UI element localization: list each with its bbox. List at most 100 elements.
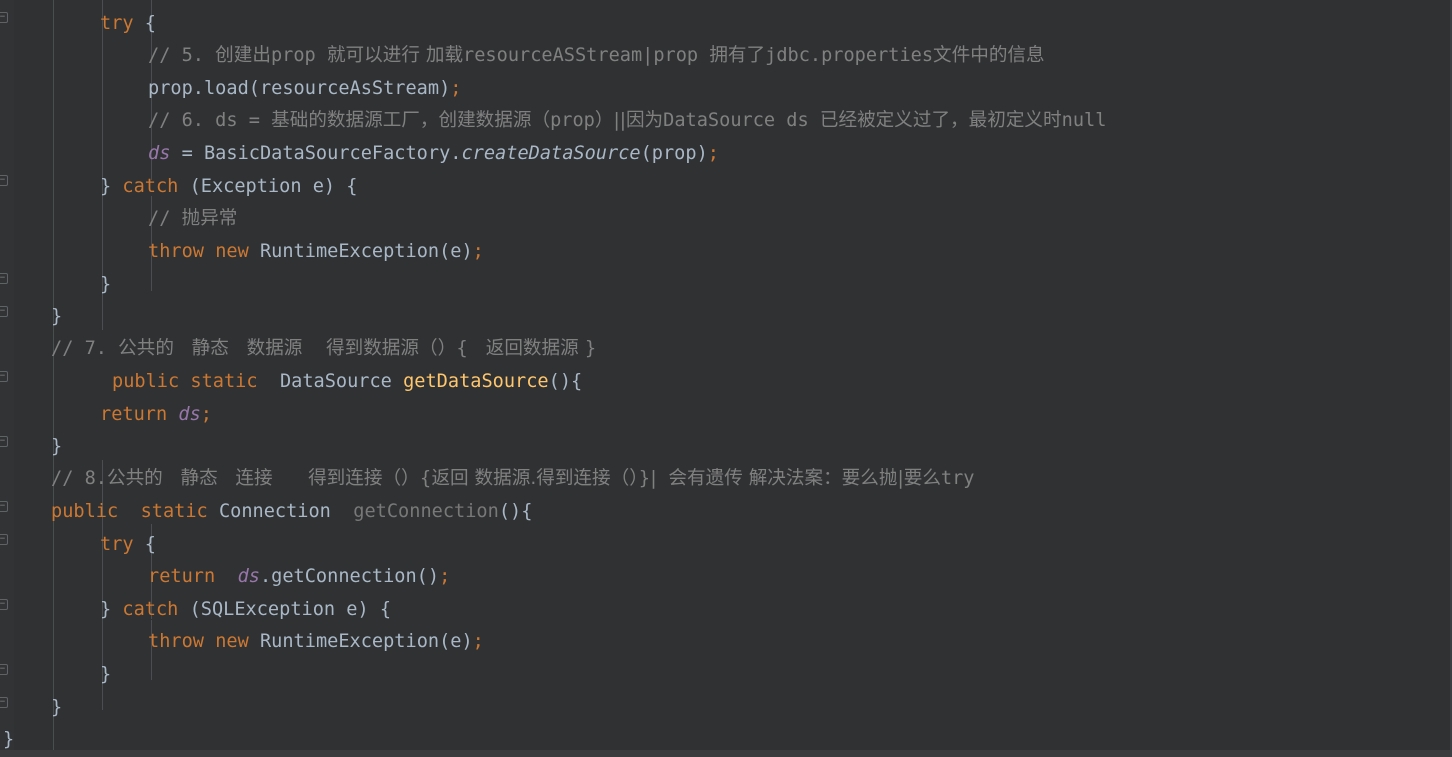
code-token: try <box>940 468 975 489</box>
code-token: public <box>51 501 119 522</box>
code-token: ; <box>450 78 462 99</box>
code-token: 公共的 静态 数据源 得到数据源（）{ 返回数据源 } <box>118 338 597 359</box>
code-line[interactable]: return ds.getConnection(); <box>148 561 450 594</box>
code-token: getDataSource <box>403 371 549 392</box>
code-token: 文件中的信息 <box>933 45 1045 66</box>
code-token: // 7. <box>51 338 119 359</box>
code-token: DataSource ds <box>663 110 820 131</box>
code-line[interactable]: // 8.公共的 静态 连接 得到连接（）{返回 数据源.得到连接（）}| 会有… <box>51 463 975 496</box>
code-line[interactable]: public static DataSource getDataSource()… <box>112 366 582 399</box>
code-line[interactable]: throw new RuntimeException(e); <box>148 626 484 659</box>
code-token: prop <box>148 78 193 99</box>
code-token: static <box>140 501 208 522</box>
code-line[interactable]: try { <box>100 8 156 41</box>
code-token: throw <box>148 241 204 262</box>
code-token: // 8. <box>51 468 107 489</box>
code-token: try <box>100 534 134 555</box>
code-token: (resourceAsStream) <box>248 78 451 99</box>
code-line[interactable]: prop.load(resourceAsStream); <box>148 73 461 106</box>
code-token: DataSource <box>279 371 392 392</box>
code-token: catch <box>122 599 179 620</box>
code-token: . <box>192 78 204 99</box>
code-line[interactable]: throw new RuntimeException(e); <box>148 236 484 269</box>
code-token: { <box>133 534 156 555</box>
code-token: new <box>215 241 249 262</box>
code-content[interactable]: try {// 5. 创建出prop 就可以进行 加载resourceASStr… <box>0 0 1450 757</box>
code-line[interactable]: // 5. 创建出prop 就可以进行 加载resourceASStream|p… <box>148 40 1045 73</box>
code-line[interactable]: // 6. ds = 基础的数据源工厂，创建数据源（prop）||因为DataS… <box>148 105 1106 138</box>
code-token: RuntimeException(e) <box>248 241 473 262</box>
code-token: 加载 <box>425 45 464 66</box>
code-token: return <box>148 566 216 587</box>
code-token: prop <box>550 110 595 131</box>
code-line[interactable]: return ds; <box>100 399 212 432</box>
code-token: 就可以进行 <box>326 45 426 66</box>
code-token: ds <box>237 566 260 587</box>
code-line[interactable]: } <box>51 301 62 334</box>
code-token: ds <box>148 143 171 164</box>
code-token: Connection <box>218 501 331 522</box>
code-token: 抛异常 <box>181 208 238 229</box>
code-line[interactable]: } <box>51 431 62 464</box>
code-token: // 6. ds = <box>148 110 272 131</box>
code-line[interactable]: // 7. 公共的 静态 数据源 得到数据源（）{ 返回数据源 } <box>51 333 596 366</box>
code-line[interactable]: // 抛异常 <box>148 203 237 236</box>
code-token: ds <box>178 404 201 425</box>
code-token: 基础的数据源工厂，创建数据源（ <box>271 110 551 131</box>
code-token: RuntimeException(e) <box>248 631 473 652</box>
code-token: new <box>215 631 249 652</box>
code-token: 创建出 <box>215 45 271 66</box>
code-token: { <box>133 13 156 34</box>
code-token: . <box>450 143 462 164</box>
code-token: (SQLException e) { <box>178 599 392 620</box>
code-token: } <box>100 664 112 685</box>
code-token: // 5. <box>148 45 216 66</box>
code-token: 公共的 静态 连接 得到连接（）{返回 数据源.得到连接（）}| 会有遗传 解决… <box>106 468 941 489</box>
code-token: resourceASStream|prop <box>463 45 710 66</box>
code-token: (){ <box>548 371 583 392</box>
code-token: } <box>51 697 63 718</box>
code-line[interactable]: } <box>100 659 111 692</box>
code-token: } <box>100 176 123 197</box>
code-line[interactable]: ds = BasicDataSourceFactory.createDataSo… <box>148 138 719 171</box>
code-token: // <box>148 208 182 229</box>
code-token: static <box>190 371 258 392</box>
code-token: } <box>51 306 63 327</box>
code-token: ; <box>439 566 451 587</box>
code-editor[interactable]: − − − − − − − − − − − try {// 5. 创建出prop 就可以进行 加载r… <box>0 0 1452 757</box>
code-token: public <box>112 371 180 392</box>
code-token: = <box>170 143 204 164</box>
code-line[interactable]: } catch (Exception e) { <box>100 171 358 204</box>
code-token: } <box>3 729 15 750</box>
code-token: jdbc.properties <box>765 45 934 66</box>
code-token: } <box>100 599 123 620</box>
code-line[interactable]: public static Connection getConnection()… <box>51 496 532 529</box>
code-token: try <box>100 13 134 34</box>
code-line[interactable]: } catch (SQLException e) { <box>100 594 391 627</box>
code-token: (prop) <box>640 143 708 164</box>
code-token: null <box>1061 110 1107 131</box>
horizontal-scrollbar[interactable] <box>0 750 1450 757</box>
code-token: BasicDataSourceFactory <box>203 143 451 164</box>
code-line[interactable]: } <box>100 269 111 302</box>
code-token: ; <box>707 143 719 164</box>
code-token: (Exception e) { <box>178 176 358 197</box>
code-token: load <box>203 78 249 99</box>
code-line[interactable]: } <box>51 692 62 725</box>
code-token: } <box>51 436 63 457</box>
code-token: throw <box>148 631 204 652</box>
code-line[interactable]: try { <box>100 529 156 562</box>
code-token: ; <box>200 404 212 425</box>
code-token: .getConnection() <box>259 566 440 587</box>
code-token: return <box>100 404 168 425</box>
